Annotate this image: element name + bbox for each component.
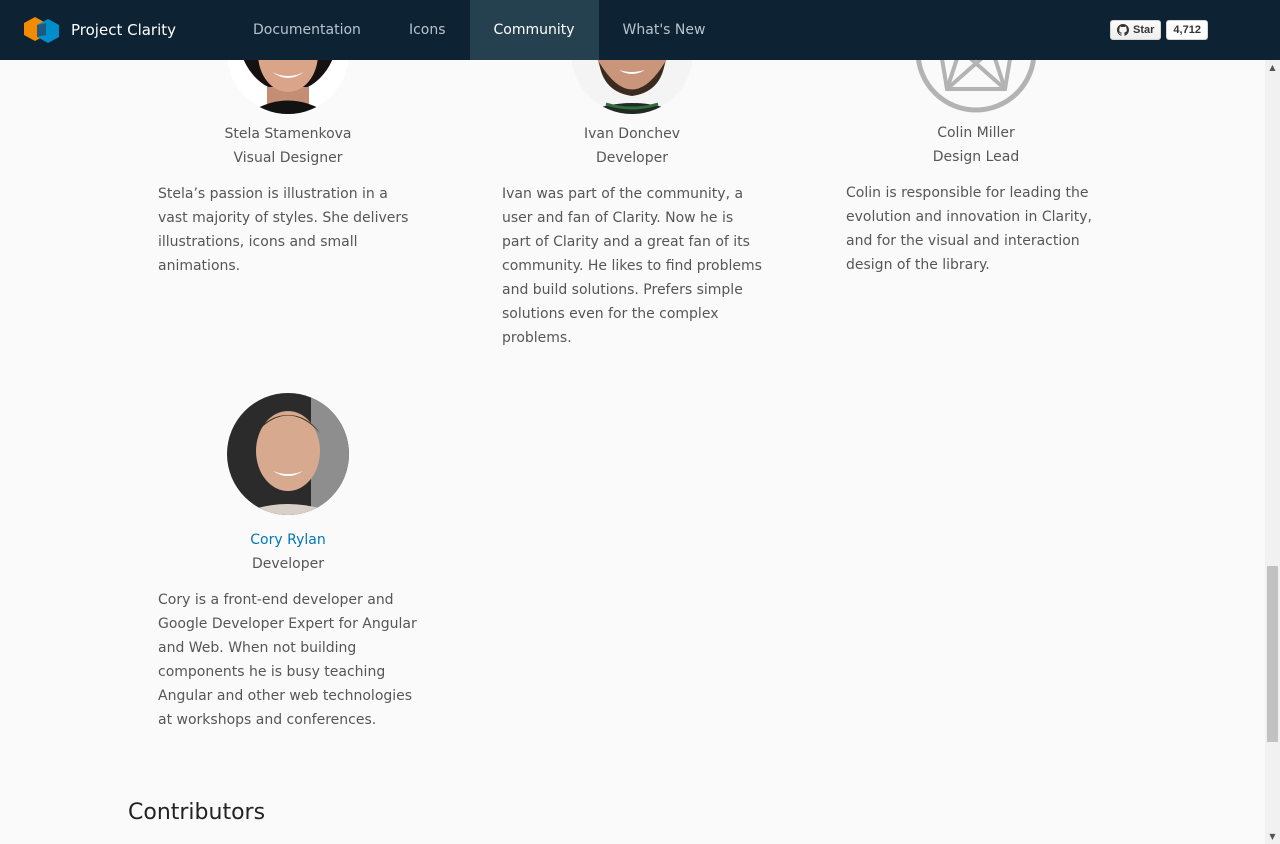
github-icon [1117, 24, 1129, 36]
scrollbar-thumb[interactable] [1267, 566, 1278, 742]
member-bio: Colin is responsible for leading the evo… [846, 185, 1092, 273]
member-name-link[interactable]: Cory Rylan [158, 528, 418, 552]
member-name: Stela Stamenkova [224, 126, 352, 142]
member-role: Developer [251, 556, 324, 572]
github-star-count[interactable]: 4,712 [1166, 20, 1208, 40]
brand-title: Project Clarity [71, 21, 177, 39]
member-bio: Ivan was part of the community, a user a… [502, 186, 762, 346]
scroll-up-arrow-icon[interactable]: ▲ [1265, 60, 1280, 75]
team-member-card: Cory Rylan Developer Cory is a front-end… [158, 393, 418, 732]
top-nav-bar: Project Clarity Documentation Icons Comm… [0, 0, 1280, 60]
member-role: Design Lead [932, 149, 1020, 165]
brand[interactable]: Project Clarity [24, 15, 229, 45]
github-star-label: Star [1133, 24, 1155, 36]
scroll-down-arrow-icon[interactable]: ▼ [1265, 829, 1280, 844]
member-bio: Cory is a front-end developer and Google… [158, 592, 417, 728]
nav-documentation[interactable]: Documentation [229, 0, 385, 60]
contributors-heading: Contributors [128, 800, 266, 825]
avatar [227, 393, 349, 515]
main-nav: Documentation Icons Community What's New [229, 0, 729, 60]
member-role: Visual Designer [233, 150, 343, 166]
clarity-logo-icon [24, 17, 59, 43]
github-star-widget: Star 4,712 [1110, 20, 1208, 40]
member-bio: Stela’s passion is illustration in a vas… [158, 186, 409, 274]
nav-community[interactable]: Community [469, 0, 599, 60]
nav-icons[interactable]: Icons [385, 0, 470, 60]
nav-whats-new[interactable]: What's New [599, 0, 730, 60]
member-name: Ivan Donchev [583, 126, 680, 142]
member-role: Developer [595, 150, 668, 166]
github-star-button[interactable]: Star [1110, 20, 1162, 40]
member-name: Colin Miller [937, 125, 1015, 141]
